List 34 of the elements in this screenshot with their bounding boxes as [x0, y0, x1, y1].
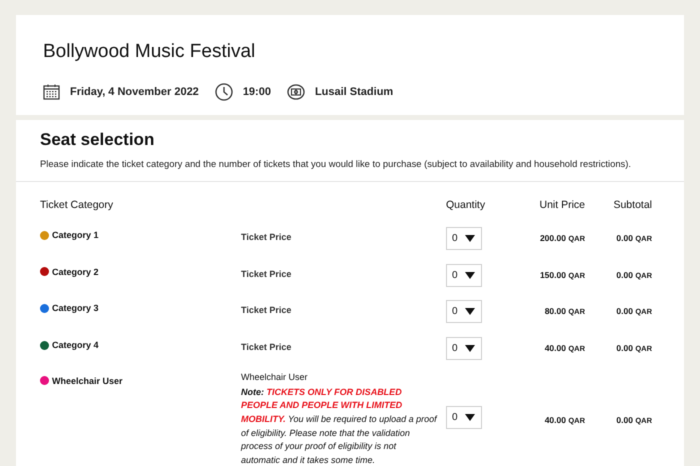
caret-icon — [465, 235, 475, 242]
event-time: 19:00 — [242, 86, 271, 98]
stadium-icon — [286, 84, 305, 100]
category-name: Wheelchair User — [52, 376, 123, 386]
price-label: Ticket Price — [241, 232, 292, 242]
price-label: Ticket Price — [241, 268, 292, 279]
category-name: Category 1 — [52, 230, 99, 240]
quantity-dropdown[interactable]: 0 — [446, 337, 482, 360]
caret-icon — [465, 414, 475, 421]
calendar-icon — [43, 84, 60, 100]
category-name: Category 2 — [52, 266, 99, 277]
category-name: Category 4 — [52, 340, 99, 350]
caret-icon — [465, 272, 475, 279]
caret-icon — [465, 345, 475, 352]
column-header: Unit Price — [538, 199, 585, 211]
category-name: Category 3 — [52, 303, 99, 314]
quantity-dropdown[interactable]: 0 — [446, 227, 482, 250]
column-header: Ticket Category — [40, 199, 114, 211]
event-venue: Lusail Stadium — [314, 86, 394, 98]
column-header: Quantity — [446, 199, 486, 211]
clock-icon — [214, 83, 233, 101]
column-header: Subtotal — [612, 199, 652, 211]
quantity-dropdown[interactable]: 0 — [446, 300, 482, 324]
caret-icon — [465, 308, 475, 316]
quantity-dropdown[interactable]: 0 — [446, 406, 482, 429]
event-title: Bollywood Music Festival — [43, 41, 256, 63]
price-label: Wheelchair User — [241, 372, 308, 382]
note-text: Note: TICKETS ONLY FOR DISABLED PEOPLE AND PEOPLE WITH LIMITED MOBILITY. You will be required to upload a proof of eligibility. Please note that the validation process of your proof of eligibility is not automatic and it takes some time. — [241, 386, 437, 466]
instructions-text: Please indicate the ticket category and the number of tickets that you would like to purchase (subject to availability and household restrictions). — [40, 158, 632, 169]
quantity-dropdown[interactable]: 0 — [446, 264, 482, 287]
event-date: Friday, 4 November 2022 — [70, 86, 199, 98]
price-label: Ticket Price — [241, 305, 292, 316]
section-title: Seat selection — [40, 130, 156, 150]
price-label: Ticket Price — [241, 342, 292, 352]
